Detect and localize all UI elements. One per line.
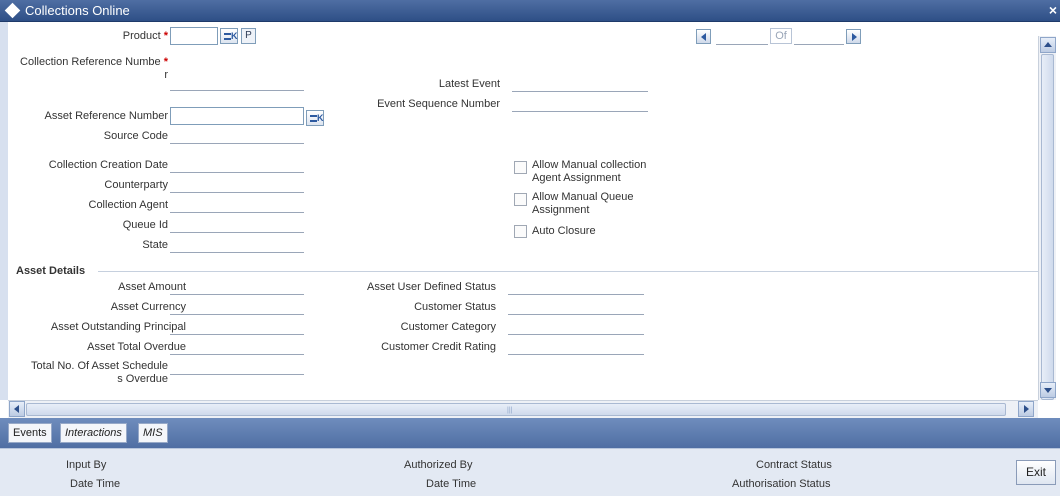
collection-agent-label: Collection Agent — [88, 199, 169, 211]
main-form: Product * K P Of Collection Reference Nu… — [8, 22, 1038, 400]
asset-outstanding-principal-label: Asset Outstanding Principal — [50, 321, 186, 333]
source-code-input[interactable] — [170, 143, 304, 144]
vertical-scrollbar[interactable] — [1038, 36, 1056, 400]
allow-manual-agent-label: Allow Manual collection Agent Assignment — [532, 159, 647, 184]
app-diamond-icon — [4, 2, 21, 19]
customer-category-input[interactable] — [508, 334, 644, 335]
horizontal-scroll-thumb[interactable]: ||| — [26, 403, 1006, 416]
authorized-by-label: Authorized By — [404, 459, 473, 471]
collection-reference-label: Collection Reference Numbe * r — [20, 56, 168, 81]
asset-user-defined-status-label: Asset User Defined Status — [366, 281, 496, 293]
collection-agent-input[interactable] — [170, 212, 304, 213]
tab-mis[interactable]: MIS — [138, 423, 168, 443]
asset-amount-input[interactable] — [170, 294, 304, 295]
date-time-label-1: Date Time — [70, 478, 121, 490]
allow-manual-agent-checkbox[interactable] — [514, 161, 527, 174]
asset-amount-label: Asset Amount — [118, 281, 186, 293]
authorisation-status-label: Authorisation Status — [732, 478, 831, 490]
scroll-left-button[interactable] — [9, 401, 25, 417]
asset-total-overdue-label: Asset Total Overdue — [87, 341, 186, 353]
asset-reference-label: Asset Reference Number — [44, 110, 169, 122]
subsystem-tab-bar: Events Interactions MIS — [0, 418, 1060, 448]
close-icon[interactable]: × — [1049, 2, 1057, 18]
event-sequence-label: Event Sequence Number — [377, 98, 500, 110]
collection-creation-date-input[interactable] — [170, 172, 304, 173]
asset-reference-lov-button[interactable]: K — [306, 110, 324, 126]
list-icon — [224, 33, 231, 40]
previous-record-button[interactable] — [696, 29, 711, 44]
vertical-scroll-thumb[interactable] — [1041, 54, 1054, 400]
latest-event-label: Latest Event — [438, 78, 500, 90]
auto-closure-label: Auto Closure — [532, 225, 596, 237]
schedules-overdue-input[interactable] — [170, 374, 304, 375]
product-label: Product * — [122, 30, 168, 42]
scroll-up-button[interactable] — [1040, 37, 1056, 53]
of-label: Of — [770, 28, 792, 44]
contract-status-label: Contract Status — [756, 459, 832, 471]
collection-reference-input[interactable] — [170, 90, 304, 91]
queue-id-label: Queue Id — [122, 219, 168, 231]
chevron-left-icon — [14, 405, 19, 413]
exit-button[interactable]: Exit — [1016, 460, 1056, 485]
asset-total-overdue-input[interactable] — [170, 354, 304, 355]
schedules-overdue-label: Total No. Of Asset Schedule s Overdue — [31, 360, 168, 385]
audit-footer — [0, 448, 1060, 496]
triangle-left-icon — [701, 33, 706, 41]
state-label: State — [142, 239, 168, 251]
customer-credit-rating-input[interactable] — [508, 354, 644, 355]
scroll-down-button[interactable] — [1040, 382, 1056, 398]
chevron-right-icon — [1024, 405, 1029, 413]
triangle-right-icon — [852, 33, 857, 41]
input-by-label: Input By — [66, 459, 107, 471]
next-record-button[interactable] — [846, 29, 861, 44]
date-time-label-2: Date Time — [426, 478, 477, 490]
left-frame — [0, 22, 8, 400]
source-code-label: Source Code — [103, 130, 168, 142]
product-input[interactable] — [170, 27, 218, 45]
counterparty-input[interactable] — [170, 192, 304, 193]
scroll-right-button[interactable] — [1018, 401, 1034, 417]
counterparty-label: Counterparty — [104, 179, 168, 191]
queue-id-input[interactable] — [170, 232, 304, 233]
asset-user-defined-status-input[interactable] — [508, 294, 644, 295]
tab-events[interactable]: Events — [8, 423, 52, 443]
tab-interactions[interactable]: Interactions — [60, 423, 127, 443]
auto-closure-checkbox[interactable] — [514, 225, 527, 238]
latest-event-input[interactable] — [512, 91, 648, 92]
customer-category-label: Customer Category — [400, 321, 496, 333]
window-titlebar: Collections Online × — [0, 0, 1060, 22]
customer-status-label: Customer Status — [414, 301, 496, 313]
event-sequence-input[interactable] — [512, 111, 648, 112]
state-input[interactable] — [170, 252, 304, 253]
asset-currency-input[interactable] — [170, 314, 304, 315]
grip-icon: ||| — [507, 407, 513, 414]
product-lov-button[interactable]: K — [220, 28, 238, 44]
allow-manual-queue-checkbox[interactable] — [514, 193, 527, 206]
list-icon — [310, 115, 317, 122]
asset-details-heading: Asset Details — [16, 265, 86, 277]
asset-outstanding-principal-input[interactable] — [170, 334, 304, 335]
asset-reference-input[interactable] — [170, 107, 304, 125]
chevron-up-icon — [1044, 42, 1052, 47]
collection-creation-date-label: Collection Creation Date — [48, 159, 168, 171]
asset-currency-label: Asset Currency — [110, 301, 186, 313]
section-divider — [98, 271, 1038, 272]
horizontal-scrollbar[interactable]: ||| — [8, 400, 1038, 418]
current-record-field — [716, 44, 768, 45]
window-title: Collections Online — [25, 3, 130, 18]
allow-manual-queue-label: Allow Manual Queue Assignment — [532, 191, 634, 216]
total-records-field — [794, 44, 844, 45]
chevron-down-icon — [1044, 388, 1052, 393]
customer-credit-rating-label: Customer Credit Rating — [381, 341, 496, 353]
product-p-button[interactable]: P — [241, 28, 256, 44]
customer-status-input[interactable] — [508, 314, 644, 315]
